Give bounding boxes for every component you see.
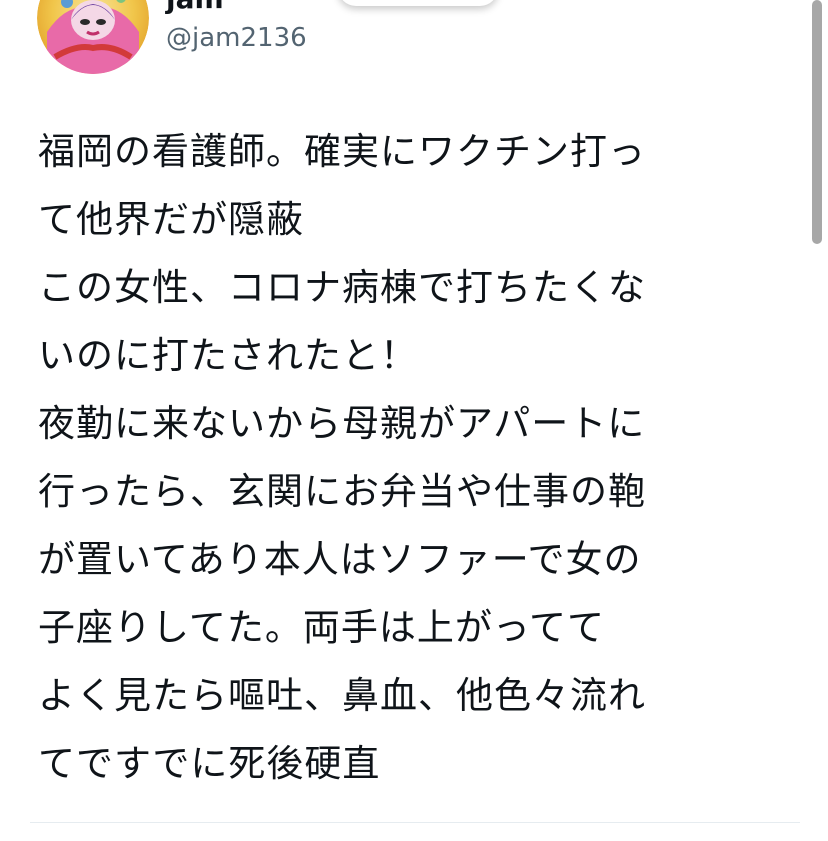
tweet-line: て他界だが隠蔽: [38, 198, 304, 241]
tweet-line: 夜勤に来ないから母親がアパートに: [38, 402, 646, 445]
tweet-line: いのに打たされたと！: [38, 334, 418, 377]
avatar[interactable]: [37, 0, 149, 74]
dynamic-island-pill: [338, 0, 498, 6]
display-name[interactable]: jam: [166, 0, 224, 14]
divider: [30, 822, 800, 823]
tweet-line: 行ったら、玄関にお弁当や仕事の鞄: [38, 470, 646, 513]
tweet-line: よく見たら嘔吐、鼻血、他色々流れ: [38, 674, 646, 717]
user-handle[interactable]: @jam2136: [166, 22, 307, 54]
tweet-text: 福岡の看護師。確実にワクチン打っ て他界だが隠蔽 この女性、コロナ病棟で打ちたく…: [38, 118, 808, 798]
avatar-illustration-icon: [37, 0, 149, 74]
scrollbar-thumb[interactable]: [812, 0, 822, 244]
tweet-line: 子座りしてた。両手は上がってて: [38, 606, 606, 649]
tweet-line: が置いてあり本人はソファーで女の: [38, 538, 642, 581]
tweet-line: この女性、コロナ病棟で打ちたくな: [38, 266, 646, 309]
tweet-line: てですでに死後硬直: [38, 742, 381, 785]
tweet-line: 福岡の看護師。確実にワクチン打っ: [38, 130, 646, 173]
